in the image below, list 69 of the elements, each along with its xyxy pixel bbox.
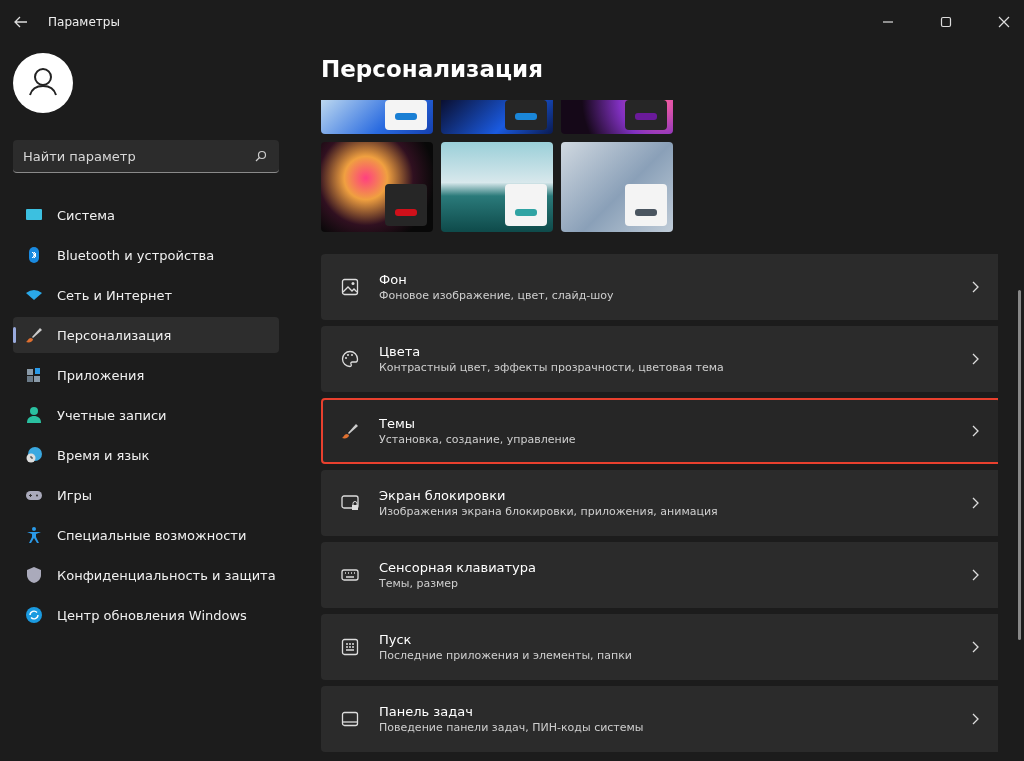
settings-card[interactable]: Экран блокировки Изображения экрана блокировки, приложения, анимация bbox=[321, 470, 998, 536]
sidebar-item[interactable]: Bluetooth и устройства bbox=[13, 237, 279, 273]
search-field[interactable]: Найти параметр bbox=[13, 140, 279, 173]
settings-card[interactable]: Темы Установка, создание, управление bbox=[321, 398, 998, 464]
card-subtitle: Последние приложения и элементы, папки bbox=[379, 649, 634, 662]
sidebar-item[interactable]: Персонализация bbox=[13, 317, 279, 353]
card-subtitle: Контрастный цвет, эффекты прозрачности, цветовая тема bbox=[379, 361, 725, 374]
scrollbar[interactable] bbox=[1018, 290, 1021, 640]
chevron-right-icon bbox=[971, 497, 979, 509]
maximize-icon[interactable] bbox=[940, 16, 952, 28]
chevron-right-icon bbox=[971, 425, 979, 437]
settings-card[interactable]: Панель задач Поведение панели задач, ПИН-коды системы bbox=[321, 686, 998, 752]
theme-thumbnail[interactable] bbox=[321, 142, 433, 232]
sidebar-item[interactable]: Время и язык bbox=[13, 437, 279, 473]
chevron-right-icon bbox=[971, 281, 979, 293]
card-title: Пуск bbox=[379, 632, 413, 647]
apps-icon bbox=[25, 366, 43, 384]
sidebar-item[interactable]: Центр обновления Windows bbox=[13, 597, 279, 633]
settings-card[interactable]: Сенсорная клавиатура Темы, размер bbox=[321, 542, 998, 608]
theme-thumbnail[interactable] bbox=[441, 100, 553, 134]
sidebar-item[interactable]: Система bbox=[13, 197, 279, 233]
card-title: Темы bbox=[379, 416, 416, 431]
settings-card[interactable]: Пуск Последние приложения и элементы, папки bbox=[321, 614, 998, 680]
card-subtitle: Темы, размер bbox=[379, 577, 460, 590]
taskbar-icon bbox=[341, 710, 359, 728]
chevron-right-icon bbox=[971, 353, 979, 365]
card-subtitle: Фоновое изображение, цвет, слайд-шоу bbox=[379, 289, 615, 302]
page-title: Персонализация bbox=[321, 56, 544, 84]
palette-icon bbox=[341, 350, 359, 368]
picture-icon bbox=[341, 278, 359, 296]
globe-clock-icon bbox=[25, 446, 43, 464]
accessibility-icon bbox=[25, 526, 43, 544]
brush-icon bbox=[25, 326, 43, 344]
back-arrow-icon[interactable] bbox=[14, 16, 28, 28]
card-subtitle: Изображения экрана блокировки, приложения, анимация bbox=[379, 505, 719, 518]
sidebar-item[interactable]: Конфиденциальность и защита bbox=[13, 557, 279, 593]
theme-thumbnail[interactable] bbox=[561, 142, 673, 232]
window-title: Параметры bbox=[48, 15, 120, 29]
settings-card[interactable]: Цвета Контрастный цвет, эффекты прозрачности, цветовая тема bbox=[321, 326, 998, 392]
card-title: Сенсорная клавиатура bbox=[379, 560, 538, 575]
card-title: Цвета bbox=[379, 344, 422, 359]
chevron-right-icon bbox=[971, 713, 979, 725]
brush-icon bbox=[341, 422, 359, 440]
theme-thumbnail[interactable] bbox=[321, 100, 433, 134]
chevron-right-icon bbox=[971, 641, 979, 653]
settings-card[interactable]: Фон Фоновое изображение, цвет, слайд-шоу bbox=[321, 254, 998, 320]
card-subtitle: Установка, создание, управление bbox=[379, 433, 577, 446]
keyboard-icon bbox=[341, 566, 359, 584]
start-menu-icon bbox=[341, 638, 359, 656]
person-icon bbox=[25, 406, 43, 424]
avatar-icon[interactable] bbox=[13, 53, 73, 113]
chevron-right-icon bbox=[971, 569, 979, 581]
selection-indicator bbox=[13, 327, 16, 343]
lock-screen-icon bbox=[341, 494, 359, 512]
update-icon bbox=[25, 606, 43, 624]
sidebar-item[interactable]: Игры bbox=[13, 477, 279, 513]
close-icon[interactable] bbox=[998, 16, 1010, 28]
sidebar-item[interactable]: Сеть и Интернет bbox=[13, 277, 279, 313]
shield-icon bbox=[25, 566, 43, 584]
sidebar-item[interactable]: Специальные возможности bbox=[13, 517, 279, 553]
card-title: Фон bbox=[379, 272, 408, 287]
sidebar-item[interactable]: Учетные записи bbox=[13, 397, 279, 433]
card-subtitle: Поведение панели задач, ПИН-коды системы bbox=[379, 721, 645, 734]
theme-thumbnail[interactable] bbox=[561, 100, 673, 134]
theme-thumbnail[interactable] bbox=[441, 142, 553, 232]
card-title: Экран блокировки bbox=[379, 488, 507, 503]
card-title: Панель задач bbox=[379, 704, 474, 719]
sidebar-item[interactable]: Приложения bbox=[13, 357, 279, 393]
search-icon[interactable] bbox=[255, 150, 267, 162]
